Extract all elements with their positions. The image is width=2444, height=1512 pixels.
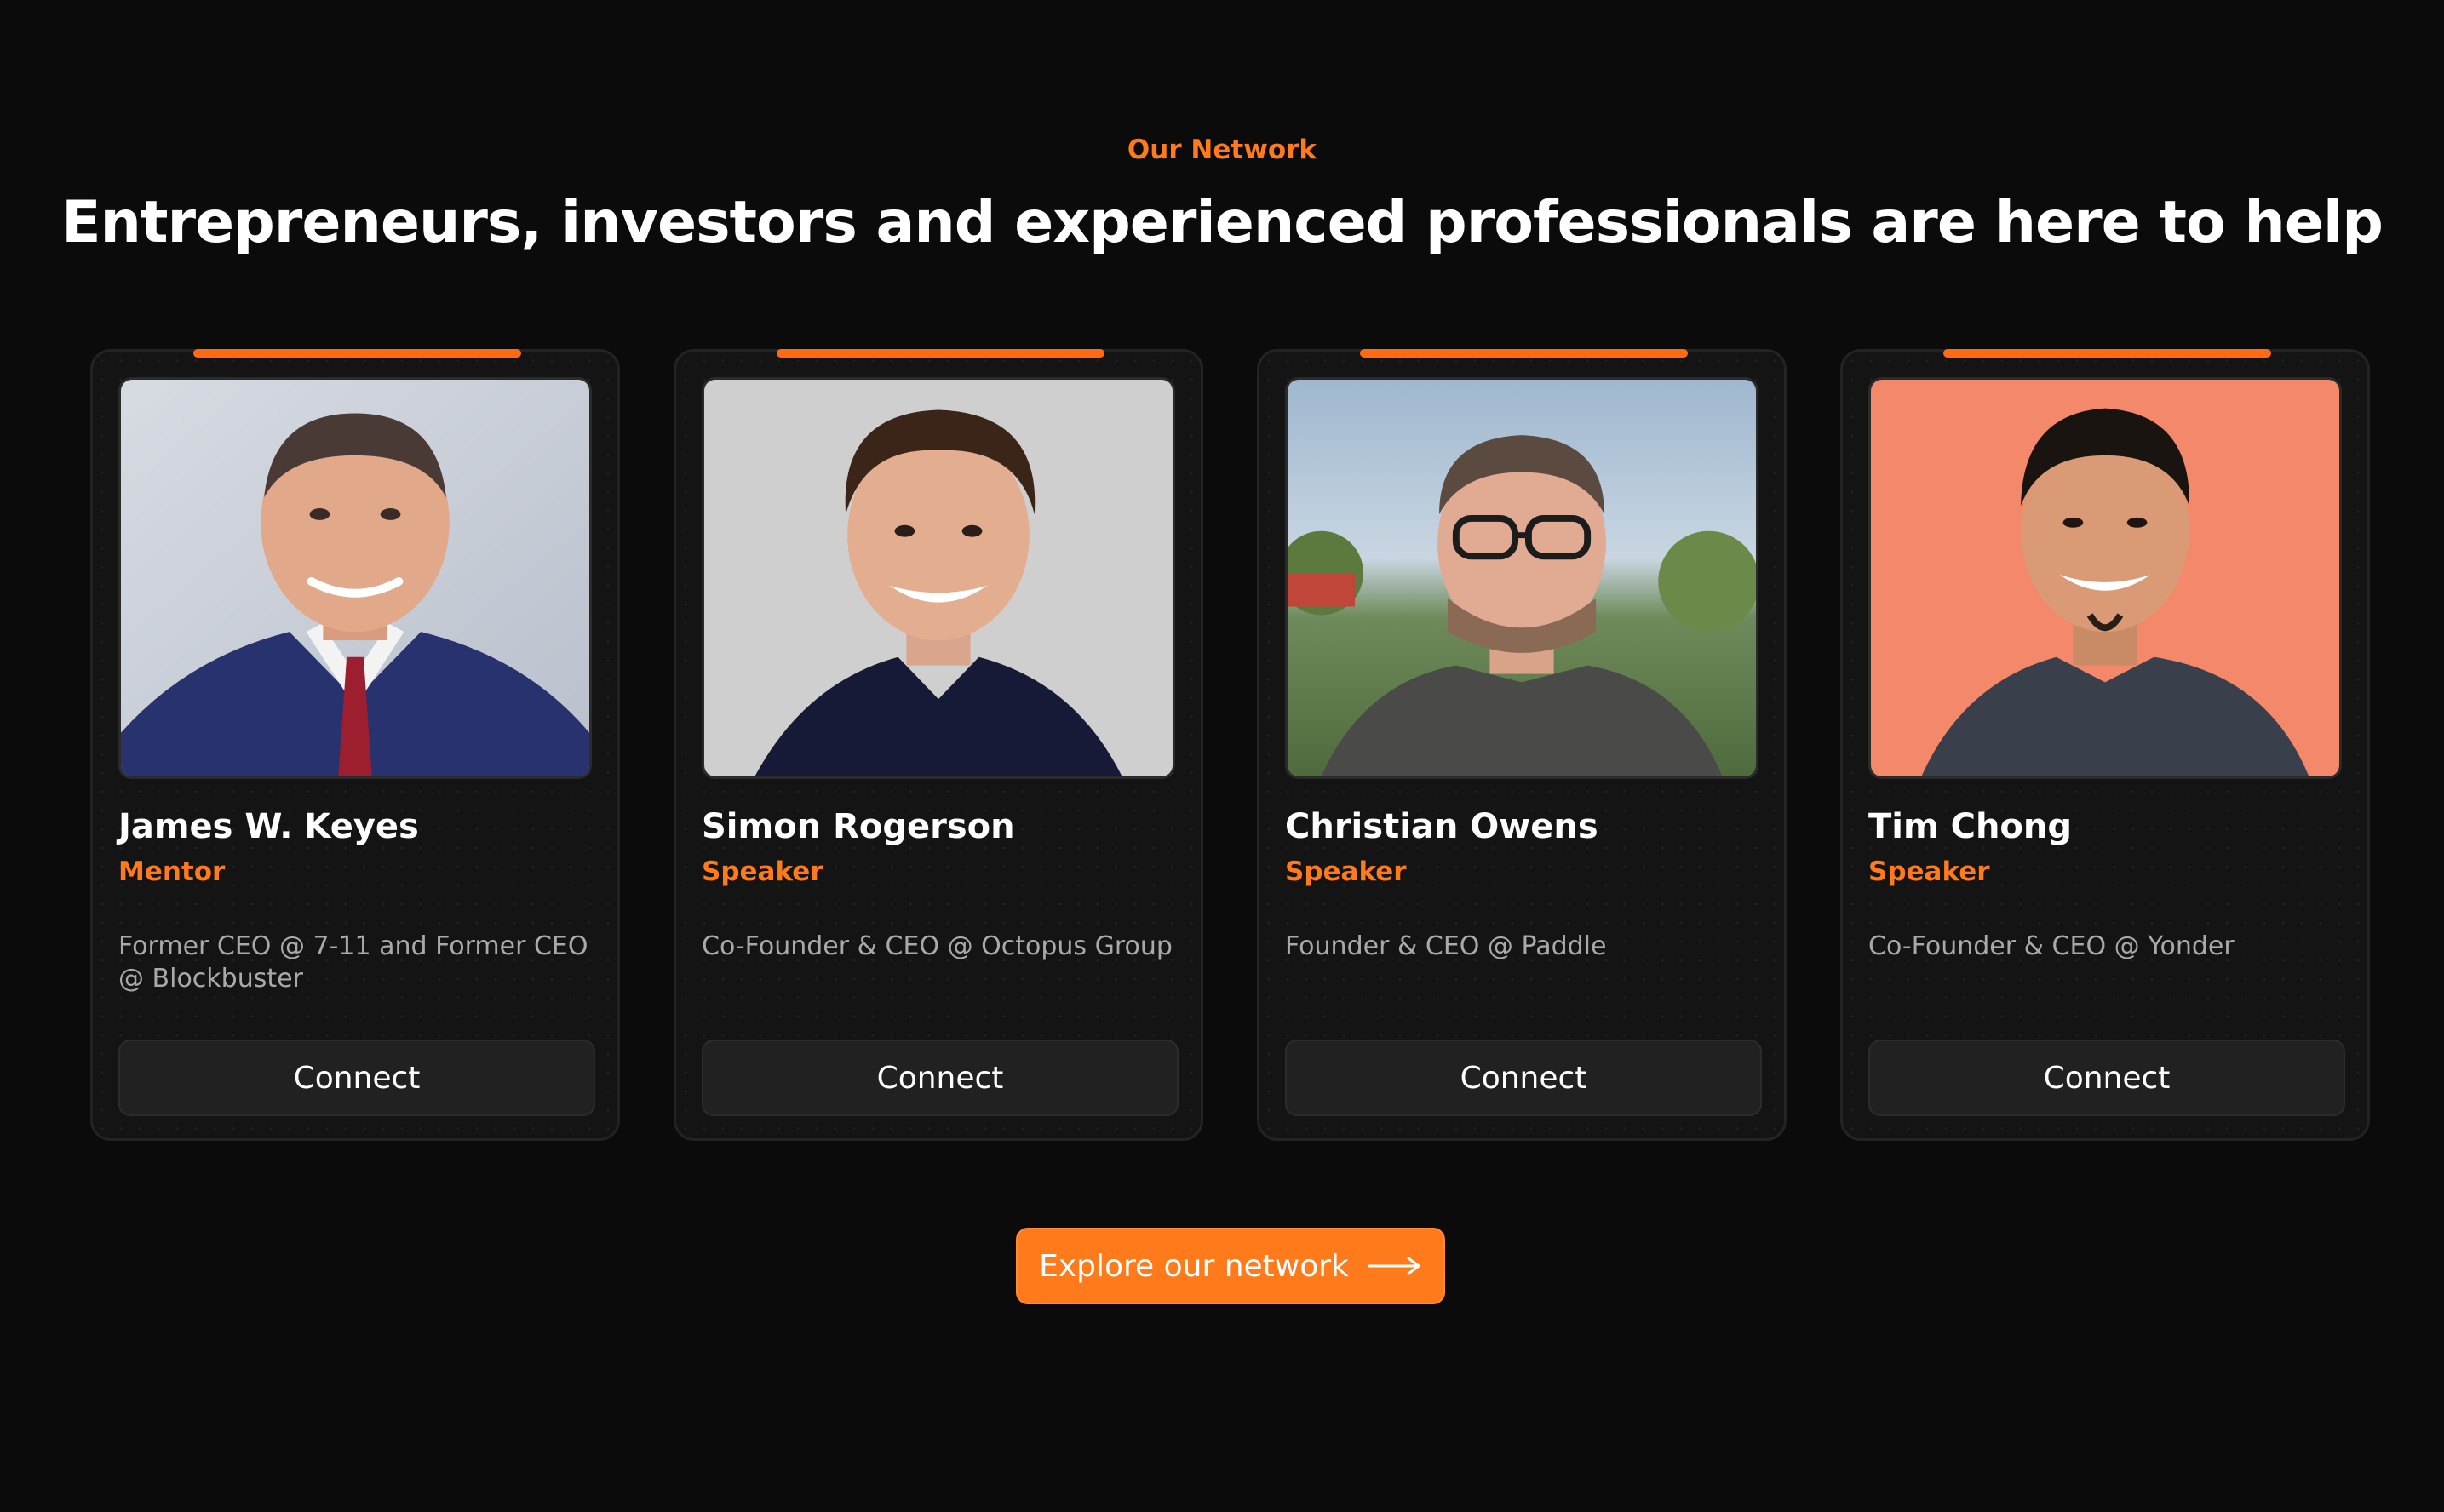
connect-button[interactable]: Connect: [118, 1040, 595, 1116]
person-card: Christian Owens Speaker Founder & CEO @ …: [1257, 349, 1787, 1141]
person-card: Tim Chong Speaker Co-Founder & CEO @ Yon…: [1840, 349, 2370, 1141]
card-accent-bar: [193, 349, 521, 358]
person-name: James W. Keyes: [118, 807, 419, 846]
card-accent-bar: [777, 349, 1104, 358]
card-accent-bar: [1360, 349, 1688, 358]
person-bio: Co-Founder & CEO @ Yonder: [1868, 931, 2235, 961]
card-accent-bar: [1943, 349, 2271, 358]
explore-network-label: Explore our network: [1039, 1248, 1349, 1284]
people-cards: James W. Keyes Mentor Former CEO @ 7-11 …: [90, 349, 2371, 1145]
person-bio: Co-Founder & CEO @ Octopus Group: [702, 931, 1173, 961]
arrow-right-icon: [1368, 1257, 1420, 1275]
person-photo: [1868, 377, 2342, 779]
connect-button[interactable]: Connect: [1868, 1040, 2345, 1116]
person-bio: Founder & CEO @ Paddle: [1285, 931, 1607, 961]
person-name: Tim Chong: [1868, 807, 2073, 846]
person-bio: Former CEO @ 7-11 and Former CEO @ Block…: [118, 931, 588, 994]
person-name: Christian Owens: [1285, 807, 1598, 846]
portrait-man-orange-bg-icon: [1871, 380, 2339, 776]
connect-button[interactable]: Connect: [1285, 1040, 1762, 1116]
portrait-man-suit-icon: [121, 380, 589, 776]
person-card: Simon Rogerson Speaker Co-Founder & CEO …: [674, 349, 1203, 1141]
person-photo: [702, 377, 1175, 779]
explore-network-button[interactable]: Explore our network: [1016, 1228, 1445, 1304]
person-photo: [118, 377, 592, 779]
section-eyebrow: Our Network: [1127, 135, 1317, 165]
person-role: Mentor: [118, 856, 226, 887]
portrait-man-glasses-icon: [1288, 380, 1756, 776]
person-card: James W. Keyes Mentor Former CEO @ 7-11 …: [90, 349, 620, 1141]
person-role: Speaker: [1868, 856, 1990, 887]
section-headline: Entrepreneurs, investors and experienced…: [61, 189, 2384, 256]
person-role: Speaker: [1285, 856, 1407, 887]
portrait-man-smiling-icon: [704, 380, 1173, 776]
connect-button[interactable]: Connect: [702, 1040, 1179, 1116]
person-name: Simon Rogerson: [702, 807, 1015, 846]
person-photo: [1285, 377, 1758, 779]
person-role: Speaker: [702, 856, 823, 887]
